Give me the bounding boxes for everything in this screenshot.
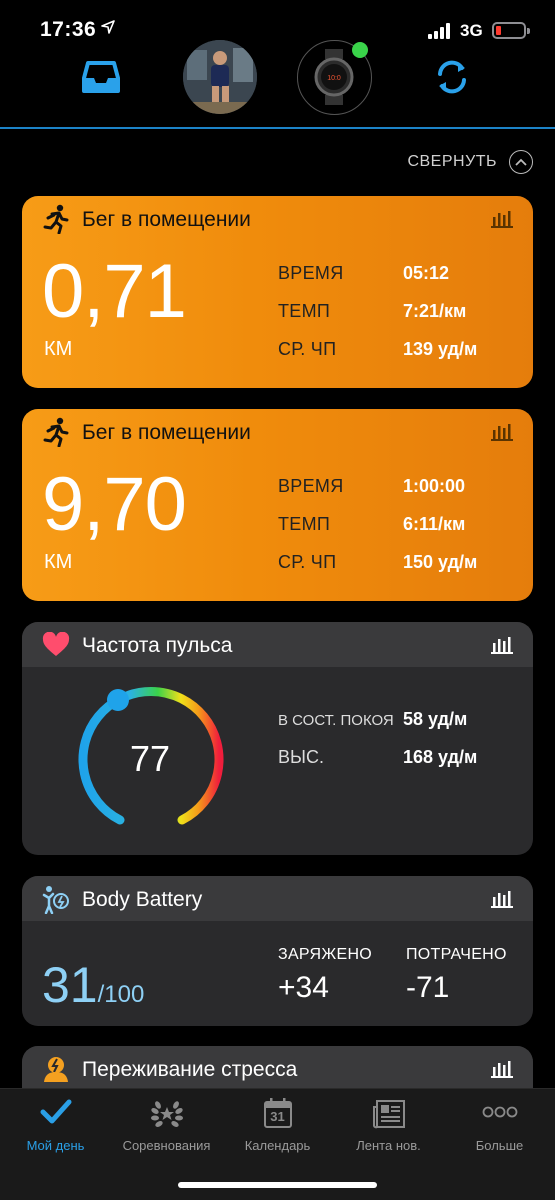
heart-icon: [42, 631, 70, 660]
heart-rate-gauge: 77: [72, 684, 228, 840]
tab-label: Больше: [475, 1138, 524, 1153]
battery-icon: [492, 22, 530, 39]
chart-icon[interactable]: [491, 1060, 513, 1078]
stress-icon: [42, 1055, 70, 1083]
stat-label: СР. ЧП: [278, 552, 337, 572]
chart-icon[interactable]: [491, 636, 513, 654]
laurel-icon: [150, 1099, 184, 1134]
charged-label: ЗАРЯЖЕНО: [278, 946, 373, 963]
stat-label: ВРЕМЯ: [278, 476, 344, 496]
tab-competitions[interactable]: Соревнования: [111, 1089, 222, 1159]
stat-value: 7:21/км: [403, 301, 467, 321]
tab-my-day[interactable]: Мой день: [0, 1089, 111, 1159]
resting-hr-value: 58 уд/м: [403, 709, 468, 729]
news-icon: [372, 1099, 406, 1134]
activity-card[interactable]: Бег в помещении 9,70 КМ ВРЕМЯ 1:00:00 ТЕ…: [22, 409, 533, 601]
home-indicator: [178, 1182, 377, 1188]
activity-title: Бег в помещении: [82, 421, 251, 444]
check-icon: [40, 1099, 72, 1130]
chart-icon[interactable]: [491, 423, 513, 441]
tab-label: Мой день: [26, 1138, 85, 1153]
activity-card[interactable]: Бег в помещении 0,71 КМ ВРЕМЯ 05:12 ТЕМП…: [22, 196, 533, 388]
avatar[interactable]: [183, 40, 257, 114]
resting-hr-label: В СОСТ. ПОКОЯ: [278, 712, 394, 729]
tab-news-feed[interactable]: Лента нов.: [333, 1089, 444, 1159]
drained-value: -71: [406, 971, 450, 1004]
stat-value: 1:00:00: [403, 476, 466, 496]
more-icon: [482, 1105, 518, 1124]
activity-distance: 0,71: [42, 249, 187, 334]
tab-calendar[interactable]: 31 Календарь: [222, 1089, 333, 1159]
body-battery-icon: [42, 884, 70, 915]
body-battery-current: 31: [42, 957, 98, 1013]
activity-title: Бег в помещении: [82, 208, 251, 231]
distance-unit: КМ: [44, 551, 73, 573]
current-heart-rate: 77: [129, 738, 171, 779]
app-header: 10:0: [0, 38, 555, 128]
header-divider: [0, 127, 555, 129]
chevron-up-icon: [509, 150, 533, 174]
chart-icon[interactable]: [491, 210, 513, 228]
sync-icon[interactable]: [432, 57, 472, 97]
stat-value: 05:12: [403, 263, 450, 283]
location-arrow-icon: [101, 20, 115, 39]
tab-label: Календарь: [244, 1138, 311, 1153]
collapse-label: СВЕРНУТЬ: [407, 153, 497, 170]
activity-distance: 9,70: [42, 462, 187, 547]
body-battery-value: 31/100: [42, 956, 144, 1014]
stat-label: ТЕМП: [278, 514, 331, 534]
body-battery-card[interactable]: Body Battery 31/100 ЗАРЯЖЕНО +34 ПОТРАЧЕ…: [22, 876, 533, 1026]
inbox-icon[interactable]: [82, 60, 120, 94]
stat-value: 150 уд/м: [403, 552, 478, 572]
drained-label: ПОТРАЧЕНО: [406, 946, 507, 963]
signal-icon: [428, 23, 454, 39]
calendar-day: 31: [270, 1109, 285, 1124]
heart-rate-card[interactable]: Частота пульса 77 В СОСТ. ПОКОЯ 58 уд/м …: [22, 622, 533, 855]
svg-text:10:0: 10:0: [327, 75, 341, 82]
distance-unit: КМ: [44, 338, 73, 360]
tab-more[interactable]: Больше: [444, 1089, 555, 1159]
body-battery-max: /100: [97, 981, 145, 1008]
charged-value: +34: [278, 971, 329, 1004]
chart-icon[interactable]: [491, 890, 513, 908]
stat-value: 139 уд/м: [403, 339, 478, 359]
running-icon: [42, 204, 70, 235]
max-hr-value: 168 уд/м: [403, 747, 478, 767]
max-hr-label: ВЫС.: [278, 747, 324, 767]
collapse-toggle[interactable]: СВЕРНУТЬ: [407, 150, 533, 174]
card-title: Переживание стресса: [82, 1058, 298, 1081]
card-title: Частота пульса: [82, 634, 233, 657]
device-connected-indicator: [352, 42, 368, 58]
tab-label: Лента нов.: [356, 1138, 421, 1153]
running-icon: [42, 417, 70, 448]
stat-label: ВРЕМЯ: [278, 263, 344, 283]
stat-label: СР. ЧП: [278, 339, 337, 359]
card-title: Body Battery: [82, 888, 203, 911]
stat-value: 6:11/км: [403, 514, 466, 534]
stat-label: ТЕМП: [278, 301, 331, 321]
tab-label: Соревнования: [122, 1138, 211, 1153]
calendar-icon: 31: [263, 1097, 293, 1134]
